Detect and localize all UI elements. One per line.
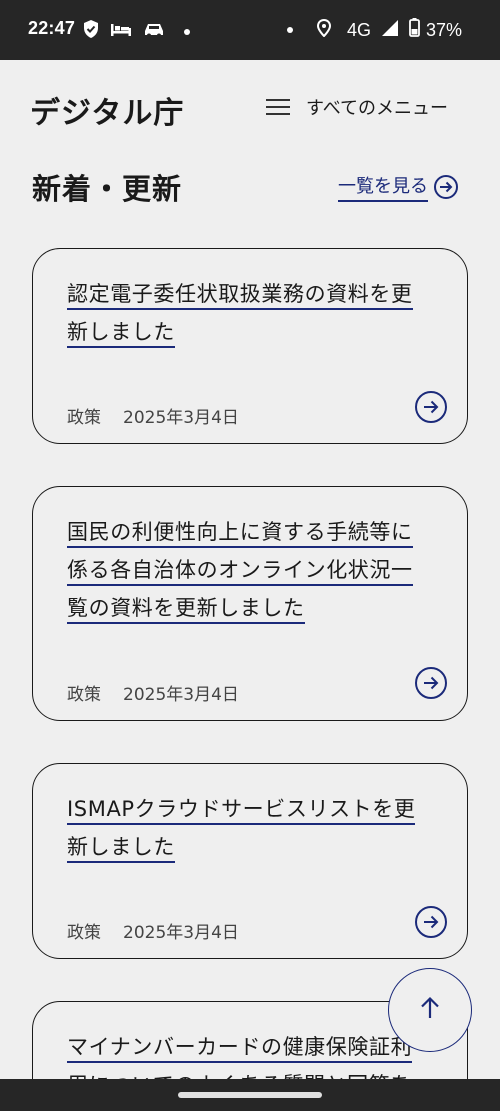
news-card-category: 政策 <box>67 408 101 428</box>
hamburger-icon <box>266 98 290 116</box>
news-card-title[interactable]: ISMAPクラウドサービスリストを更 新しました <box>67 790 439 866</box>
see-all-label: 一覧を見る <box>338 172 428 202</box>
status-bar: 22:47 4G 37% <box>0 0 500 60</box>
news-card-meta: 政策 2025年3月4日 <box>67 403 239 428</box>
see-all-link[interactable]: 一覧を見る <box>338 172 458 202</box>
status-time: 22:47 <box>28 18 76 38</box>
news-card-category: 政策 <box>67 685 101 705</box>
status-right-icons: 4G 37% <box>286 18 462 42</box>
news-card-title-line[interactable]: 係る各自治体のオンライン化状況一 <box>67 558 413 586</box>
news-card-category: 政策 <box>67 923 101 943</box>
arrow-up-icon <box>419 996 441 1024</box>
arrow-right-icon <box>434 175 458 199</box>
section-title: 新着・更新 <box>32 172 183 206</box>
battery-icon <box>409 18 420 42</box>
back-to-top-button[interactable] <box>388 968 472 1052</box>
arrow-right-icon[interactable] <box>415 906 447 938</box>
news-card-title-line[interactable]: 国民の利便性向上に資する手続等に <box>67 520 413 548</box>
notification-dot-icon <box>184 28 190 35</box>
news-card[interactable]: 認定電子委任状取扱業務の資料を更 新しました 政策 2025年3月4日 <box>32 248 468 444</box>
arrow-right-icon[interactable] <box>415 667 447 699</box>
arrow-right-icon[interactable] <box>415 391 447 423</box>
signal-icon <box>381 19 399 42</box>
news-card-title-line[interactable]: 認定電子委任状取扱業務の資料を更 <box>67 282 413 310</box>
system-nav-bar <box>0 1079 500 1111</box>
bed-icon <box>110 21 132 42</box>
news-card-meta: 政策 2025年3月4日 <box>67 680 239 705</box>
site-header: デジタル庁 すべてのメニュー <box>0 60 500 160</box>
battery-percent: 37% <box>425 19 462 40</box>
news-card-title-line[interactable]: 新しました <box>67 835 175 863</box>
shield-check-icon <box>82 19 100 44</box>
site-logo[interactable]: デジタル庁 <box>30 88 184 132</box>
news-card-title-line[interactable]: マイナンバーカードの健康保険証利 <box>67 1035 413 1063</box>
location-icon <box>316 18 331 42</box>
news-card-title-line[interactable]: 覧の資料を更新しました <box>67 596 305 624</box>
news-card-date: 2025年3月4日 <box>123 408 239 428</box>
status-left-icons <box>82 19 190 44</box>
all-menu-label: すべてのメニュー <box>306 98 449 119</box>
news-card-meta: 政策 2025年3月4日 <box>67 918 239 943</box>
home-gesture-handle[interactable] <box>178 1092 322 1098</box>
network-label: 4G <box>346 19 371 40</box>
news-card-title[interactable]: 認定電子委任状取扱業務の資料を更 新しました <box>67 275 439 351</box>
all-menu-button[interactable]: すべてのメニュー <box>266 94 448 120</box>
car-icon <box>142 20 166 43</box>
news-card[interactable]: 国民の利便性向上に資する手続等に 係る各自治体のオンライン化状況一 覧の資料を更… <box>32 486 468 721</box>
news-card-date: 2025年3月4日 <box>123 923 239 943</box>
news-card-title-line[interactable]: ISMAPクラウドサービスリストを更 <box>67 797 416 825</box>
screen: 22:47 4G 37% デジタル庁 すべてのメニュー 新着・更新 一覧を見る … <box>0 0 500 1111</box>
news-card[interactable]: ISMAPクラウドサービスリストを更 新しました 政策 2025年3月4日 <box>32 763 468 959</box>
notification-dot-icon <box>286 27 293 33</box>
news-card-date: 2025年3月4日 <box>123 685 239 705</box>
news-card-title[interactable]: 国民の利便性向上に資する手続等に 係る各自治体のオンライン化状況一 覧の資料を更… <box>67 513 439 627</box>
news-card-title-line[interactable]: 新しました <box>67 320 175 348</box>
